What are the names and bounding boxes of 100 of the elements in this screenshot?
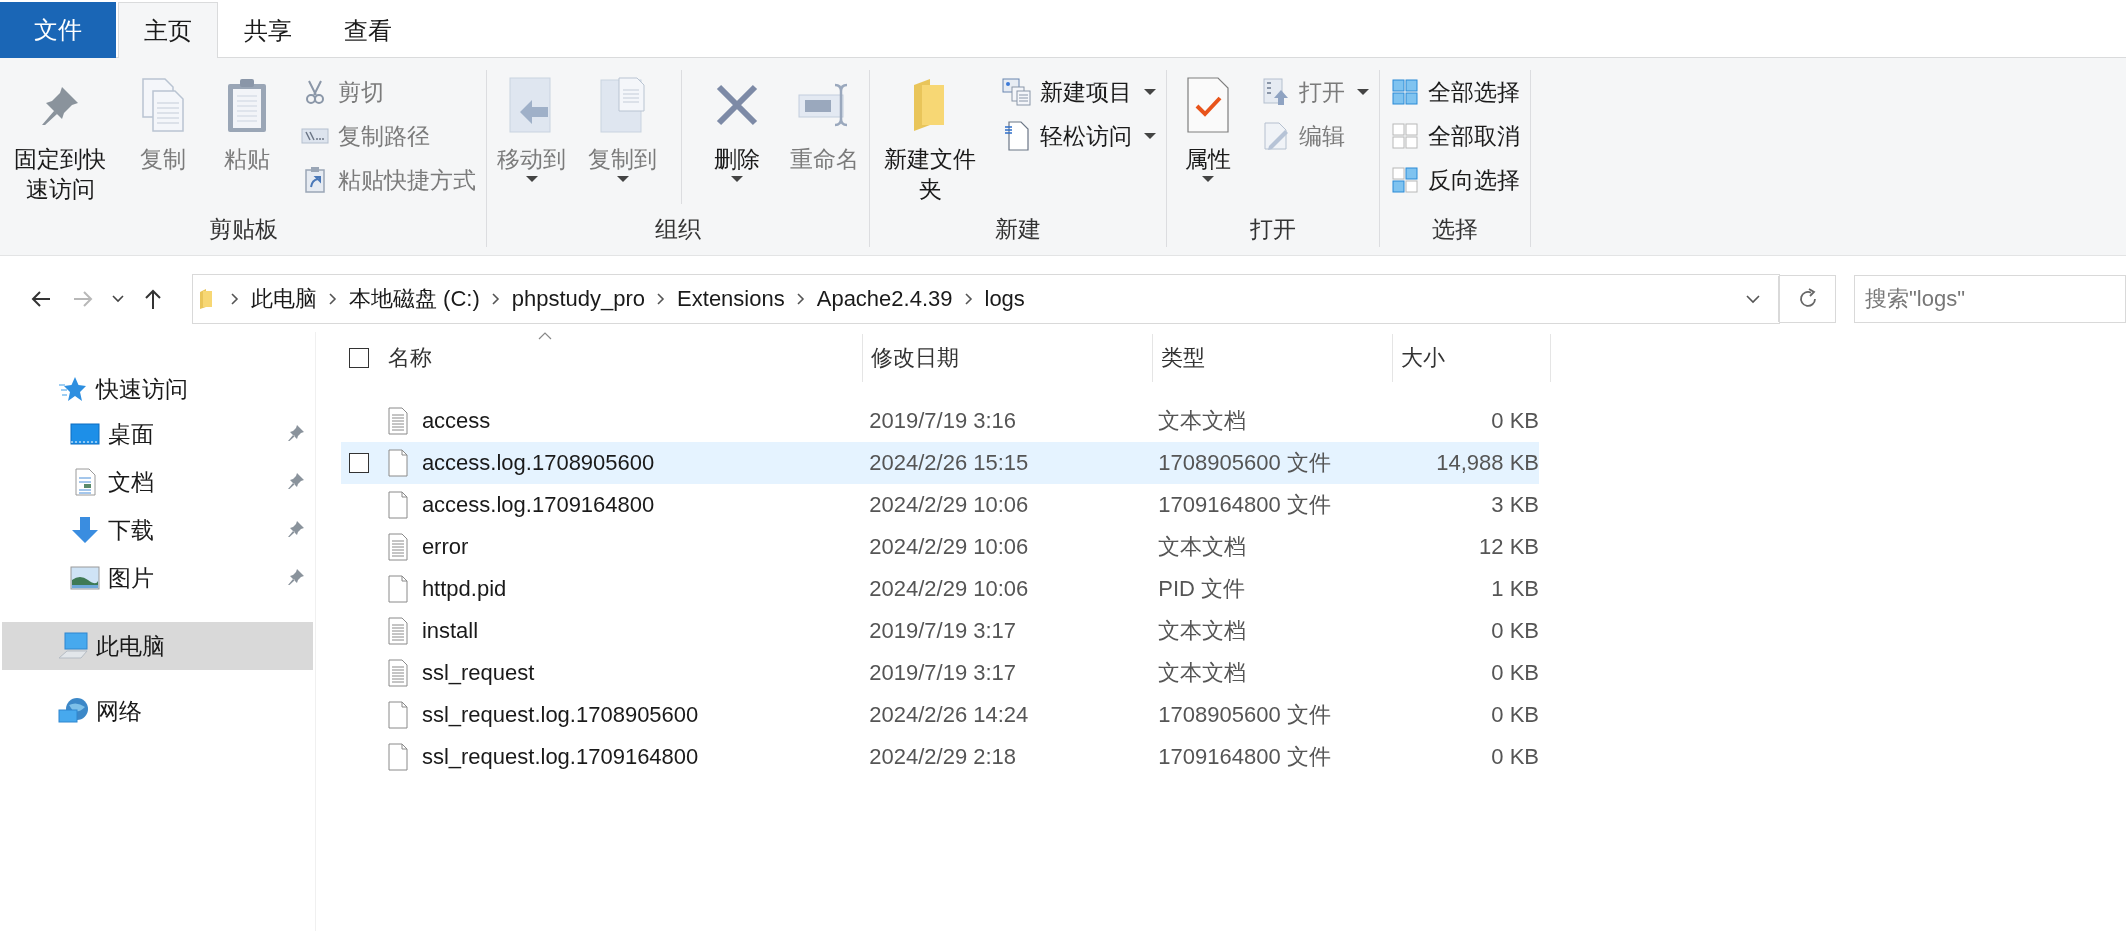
file-name: ssl_request.log.1708905600 [421, 702, 699, 728]
file-row[interactable]: access.log.1708905600 2024/2/26 15:15 1708905600 文件 14,988 KB [341, 442, 1539, 484]
group-label: 组织 [654, 215, 702, 244]
file-row[interactable]: ssl_request.log.1708905600 2024/2/26 14:24 1708905600 文件 0 KB [341, 694, 1539, 736]
file-row[interactable]: error 2024/2/29 10:06 文本文档 12 KB [341, 526, 1539, 568]
file-size: 14,988 KB [1435, 450, 1539, 476]
text-file-icon [387, 617, 408, 645]
column-header[interactable]: 大小 [1393, 334, 1551, 382]
chevron-down-icon [1745, 294, 1760, 304]
ribbon-button[interactable]: 新建项目 [998, 72, 1160, 112]
ribbon-button[interactable]: 反向选择 [1386, 160, 1524, 200]
file-name: ssl_request [421, 660, 535, 686]
select-all-icon [1392, 79, 1418, 105]
address-bar[interactable]: 此电脑 本地磁盘 (C:) phpstudy_pro Extensions Apache2.4.39 logs [192, 274, 1780, 324]
edit-icon [1263, 122, 1289, 150]
computer-icon [57, 632, 89, 660]
ribbon-tab[interactable]: 主页 [118, 2, 218, 58]
file-type: 1709164800 文件 [1157, 743, 1332, 771]
chevron-right-icon [796, 293, 805, 305]
breadcrumb[interactable]: Apache2.4.39 [816, 286, 953, 312]
column-header[interactable]: 名称 [388, 334, 863, 382]
download-arrow-icon [71, 516, 99, 544]
file-type: PID 文件 [1157, 575, 1247, 603]
document-icon [74, 468, 96, 496]
file-size: 1 KB [1490, 576, 1539, 602]
file-name: ssl_request.log.1709164800 [421, 744, 699, 770]
column-header[interactable]: 修改日期 [863, 334, 1153, 382]
file-name: access.log.1709164800 [421, 492, 655, 518]
file-type: 文本文档 [1157, 407, 1248, 435]
modified-date: 2024/2/29 10:06 [868, 492, 1030, 518]
file-menu-tab[interactable]: 文件 [0, 2, 116, 58]
chevron-down-icon [112, 295, 124, 303]
star-icon [59, 376, 87, 402]
chevron-right-icon [329, 293, 337, 305]
file-size: 0 KB [1490, 618, 1539, 644]
file-row[interactable]: ssl_request.log.1709164800 2024/2/29 2:18 1709164800 文件 0 KB [341, 736, 1539, 778]
file-size: 0 KB [1490, 660, 1539, 686]
path-icon [301, 127, 329, 145]
ribbon-button[interactable]: 删除 [702, 70, 772, 182]
file-name: error [421, 534, 469, 560]
ribbon-button[interactable]: 全部取消 [1386, 116, 1524, 156]
file-row[interactable]: access.log.1709164800 2024/2/29 10:06 1709164800 文件 3 KB [341, 484, 1539, 526]
desktop-icon [70, 423, 100, 445]
modified-date: 2024/2/29 10:06 [868, 576, 1030, 602]
file-row[interactable]: install 2019/7/19 3:17 文本文档 0 KB [341, 610, 1539, 652]
row-checkbox[interactable] [349, 453, 369, 473]
file-icon [387, 743, 408, 771]
modified-date: 2024/2/29 2:18 [868, 744, 1018, 770]
breadcrumb[interactable]: 本地磁盘 (C:) [349, 284, 480, 314]
chevron-right-icon [657, 293, 666, 305]
breadcrumb[interactable]: Extensions [677, 286, 785, 312]
ribbon-button[interactable]: 新建文件夹 [876, 70, 984, 204]
file-row[interactable]: access 2019/7/19 3:16 文本文档 0 KB [341, 400, 1539, 442]
sidebar-item[interactable]: 下载 [2, 506, 313, 554]
ribbon-tab[interactable]: 查看 [318, 2, 418, 58]
modified-date: 2024/2/26 14:24 [868, 702, 1030, 728]
modified-date: 2019/7/19 3:17 [868, 618, 1018, 644]
ribbon-button[interactable]: 属性 [1173, 70, 1243, 182]
sidebar-item[interactable]: 快速访问 [2, 368, 313, 410]
breadcrumb[interactable]: 此电脑 [251, 284, 317, 314]
file-type: 1708905600 文件 [1157, 449, 1332, 477]
file-size: 3 KB [1490, 492, 1539, 518]
refresh-button[interactable] [1780, 275, 1836, 323]
sidebar-item[interactable]: 桌面 [2, 410, 313, 458]
modified-date: 2024/2/29 10:06 [868, 534, 1030, 560]
file-size: 12 KB [1478, 534, 1539, 560]
group-label: 选择 [1431, 215, 1479, 244]
pictures-icon [70, 566, 100, 590]
modified-date: 2019/7/19 3:17 [868, 660, 1018, 686]
file-type: 文本文档 [1157, 659, 1248, 687]
file-name: httpd.pid [421, 576, 507, 602]
search-field[interactable]: 搜索"logs" [1854, 275, 2126, 323]
group-label: 新建 [994, 215, 1042, 244]
sidebar-item[interactable]: 图片 [2, 554, 313, 602]
open-icon [1263, 78, 1289, 106]
breadcrumb[interactable]: logs [984, 286, 1025, 312]
ribbon-tab[interactable]: 共享 [218, 2, 318, 58]
sidebar-item[interactable]: 文档 [2, 458, 313, 506]
ribbon-button[interactable]: 轻松访问 [998, 116, 1160, 156]
column-header[interactable]: 类型 [1153, 334, 1393, 382]
ribbon-button[interactable]: 全部选择 [1386, 72, 1524, 112]
network-icon [57, 697, 89, 725]
sidebar-item[interactable]: 此电脑 [2, 622, 313, 670]
file-name: access [421, 408, 491, 434]
new-item-icon [1002, 78, 1032, 106]
breadcrumb[interactable]: phpstudy_pro [511, 286, 646, 312]
sidebar-item[interactable]: 网络 [2, 690, 313, 732]
chevron-right-icon [964, 293, 973, 305]
file-row[interactable]: httpd.pid 2024/2/29 10:06 PID 文件 1 KB [341, 568, 1539, 610]
modified-date: 2019/7/19 3:16 [868, 408, 1018, 434]
documents-icon [139, 77, 187, 133]
select-all-checkbox[interactable] [349, 348, 369, 368]
modified-date: 2024/2/26 15:15 [868, 450, 1030, 476]
file-icon [387, 701, 408, 729]
file-icon [387, 449, 408, 477]
document-icon [1004, 121, 1030, 151]
chevron-right-icon [491, 293, 500, 305]
file-row[interactable]: ssl_request 2019/7/19 3:17 文本文档 0 KB [341, 652, 1539, 694]
ribbon-button[interactable]: 固定到快速访问 [6, 70, 114, 204]
text-file-icon [387, 533, 408, 561]
